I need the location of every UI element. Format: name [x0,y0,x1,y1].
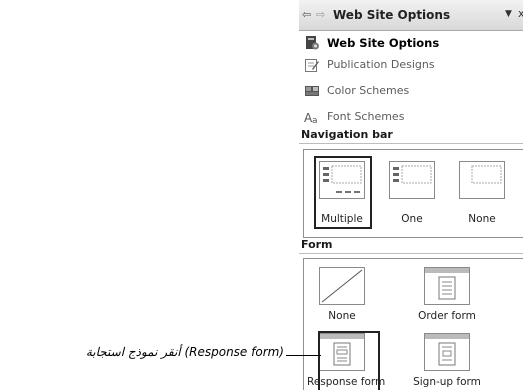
link-publication-designs[interactable]: Publication Designs [299,54,523,76]
section-divider [299,143,523,144]
link-font-schemes[interactable]: A a Font Schemes [299,106,523,128]
link-label: Web Site Options [327,36,440,50]
link-label: Publication Designs [327,58,435,71]
selected-highlight [318,331,380,390]
nav-one-thumbnail [389,161,435,199]
link-color-schemes[interactable]: Color Schemes [299,80,523,102]
chevron-down-icon[interactable]: ▼ [505,9,512,19]
form-option-label: Sign-up form [413,376,481,388]
section-divider [299,253,523,254]
forward-arrow-icon[interactable]: ⇨ [316,8,325,21]
form-heading: Form [301,238,333,251]
task-pane-title: Web Site Options [333,8,451,22]
task-pane: ⇦ ⇨ Web Site Options ▼ x Web Site Option… [299,0,523,390]
nav-option-label: One [401,213,423,225]
back-arrow-icon[interactable]: ⇦ [302,8,311,21]
publication-designs-icon [305,59,319,72]
color-schemes-icon [305,86,319,96]
sign-up-form-thumbnail [424,333,470,371]
form-option-sign-up-form[interactable]: Sign-up form [412,329,482,390]
callout-text: أنقر نموذج استجابة (Response form) [0,345,284,359]
callout-latin: (Response form) [184,345,284,359]
web-site-options-icon [306,36,319,50]
form-option-label: None [328,310,356,322]
form-option-none[interactable]: None [307,262,377,328]
form-gallery: None Order form Response form Sign-up fo… [303,258,523,390]
task-pane-titlebar: ⇦ ⇨ Web Site Options ▼ x [299,0,523,31]
nav-option-label: None [468,213,496,225]
form-option-order-form[interactable]: Order form [412,262,482,328]
selected-highlight [314,156,372,229]
nav-option-none[interactable]: None [447,153,517,233]
navigation-bar-heading: Navigation bar [301,128,393,141]
order-form-thumbnail [424,267,470,305]
form-option-label: Order form [418,310,476,322]
link-web-site-options[interactable]: Web Site Options [299,32,523,54]
callout-arabic: أنقر نموذج استجابة [85,345,185,359]
navigation-bar-gallery: Multiple One None [303,149,523,238]
callout-leader-line [286,355,321,356]
form-none-thumbnail [319,267,365,305]
close-icon[interactable]: x [518,7,523,20]
link-label: Color Schemes [327,84,410,97]
font-schemes-icon: A a [304,111,318,125]
nav-none-thumbnail [459,161,505,199]
svg-text:a: a [312,116,318,125]
link-label: Font Schemes [327,110,405,123]
nav-option-one[interactable]: One [377,153,447,233]
